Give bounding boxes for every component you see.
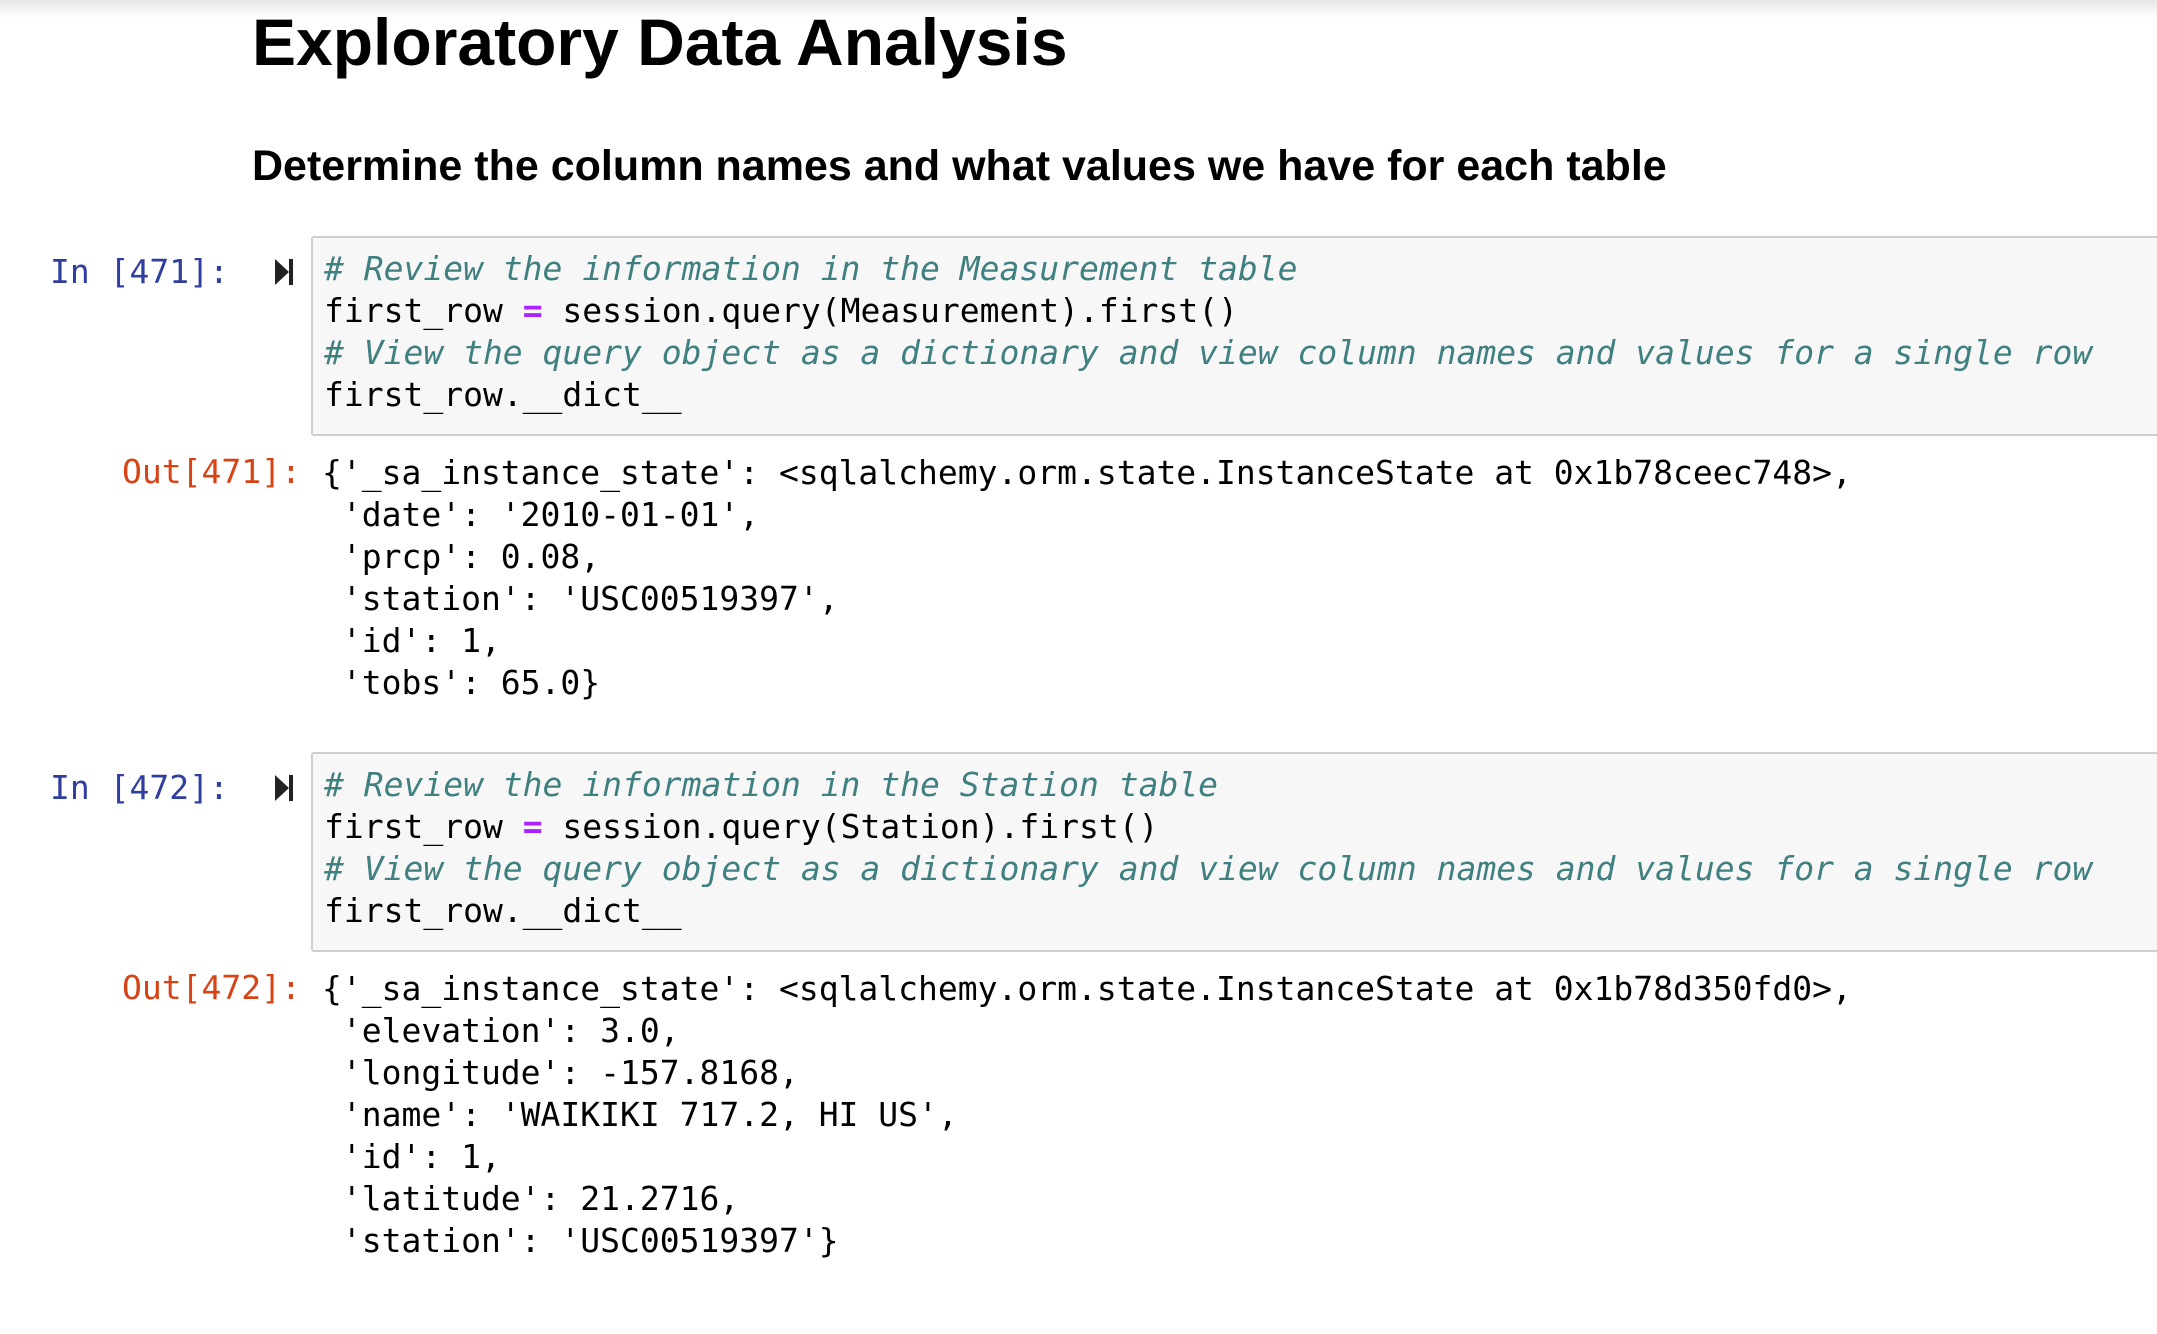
run-cell-icon[interactable]	[273, 773, 295, 803]
code-comment: # View the query object as a dictionary …	[324, 333, 2093, 372]
code-token: session.query(Measurement).first()	[542, 291, 1238, 330]
code-token: first_row	[324, 807, 523, 846]
out-prompt: Out[471]:	[122, 452, 301, 491]
code-cell[interactable]: # Review the information in the Station …	[311, 752, 2157, 952]
output-line: 'name': 'WAIKIKI 717.2, HI US',	[322, 1095, 958, 1134]
code-token: first_row	[324, 291, 523, 330]
output-line: 'id': 1,	[322, 1137, 501, 1176]
code-line: first_row.__dict__	[324, 375, 682, 414]
code-comment: # Review the information in the Measurem…	[324, 249, 1298, 288]
cell-output: {'_sa_instance_state': <sqlalchemy.orm.s…	[322, 968, 1852, 1262]
output-line: {'_sa_instance_state': <sqlalchemy.orm.s…	[322, 969, 1852, 1008]
page-title: Exploratory Data Analysis	[252, 5, 1068, 79]
output-line: 'station': 'USC00519397'}	[322, 1221, 839, 1260]
code-comment: # Review the information in the Station …	[324, 765, 1219, 804]
output-line: 'date': '2010-01-01',	[322, 495, 760, 534]
output-line: 'elevation': 3.0,	[322, 1011, 680, 1050]
output-line: 'longitude': -157.8168,	[322, 1053, 799, 1092]
out-prompt: Out[472]:	[122, 968, 301, 1007]
output-line: 'id': 1,	[322, 621, 501, 660]
output-line: 'latitude': 21.2716,	[322, 1179, 740, 1218]
output-line: 'prcp': 0.08,	[322, 537, 601, 576]
assign-operator: =	[522, 807, 543, 846]
code-token: session.query(Station).first()	[542, 807, 1159, 846]
cell-output: {'_sa_instance_state': <sqlalchemy.orm.s…	[322, 452, 1852, 704]
assign-operator: =	[522, 291, 543, 330]
code-comment: # View the query object as a dictionary …	[324, 849, 2093, 888]
output-line: {'_sa_instance_state': <sqlalchemy.orm.s…	[322, 453, 1852, 492]
code-line: first_row = session.query(Station).first…	[324, 806, 2157, 848]
code-cell[interactable]: # Review the information in the Measurem…	[311, 236, 2157, 436]
code-line: first_row = session.query(Measurement).f…	[324, 290, 2157, 332]
output-line: 'station': 'USC00519397',	[322, 579, 839, 618]
section-heading: Determine the column names and what valu…	[252, 142, 1667, 190]
output-line: 'tobs': 65.0}	[322, 663, 601, 702]
code-line: first_row.__dict__	[324, 891, 682, 930]
run-cell-icon[interactable]	[273, 257, 295, 287]
in-prompt: In [471]:	[50, 252, 229, 291]
in-prompt: In [472]:	[50, 768, 229, 807]
